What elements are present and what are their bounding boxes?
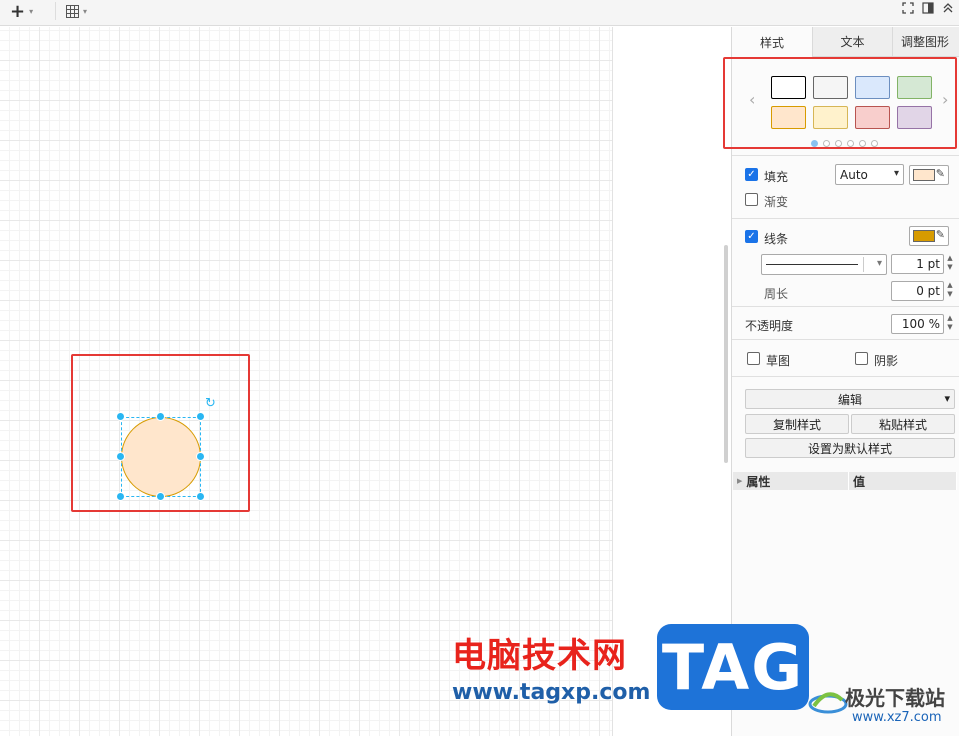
- collapse-icon[interactable]: [941, 0, 955, 16]
- fullscreen-icon[interactable]: [901, 0, 915, 16]
- opacity-label: 不透明度: [745, 319, 794, 333]
- line-label: 线条: [764, 232, 789, 246]
- table-button[interactable]: ▾: [66, 0, 87, 22]
- divider: [732, 155, 959, 156]
- fill-mode-select[interactable]: Auto ▾: [835, 164, 904, 185]
- divider: [732, 339, 959, 340]
- fill-label: 填充: [764, 170, 789, 184]
- table-icon: [66, 4, 79, 18]
- chevron-down-icon: ▾: [29, 6, 34, 16]
- format-panel-icon[interactable]: [921, 0, 935, 16]
- pager-dot[interactable]: [823, 140, 830, 147]
- shadow-label: 阴影: [874, 354, 899, 368]
- property-column-header[interactable]: ▶ 属性: [733, 472, 849, 490]
- eyedropper-icon: ✎: [935, 167, 945, 180]
- chevron-down-icon: ▾: [893, 168, 899, 179]
- gradient-checkbox[interactable]: [745, 193, 758, 206]
- sketch-label: 草图: [766, 354, 791, 368]
- panel-tabs: 样式 文本 调整图形: [732, 27, 959, 57]
- resize-handle-ne[interactable]: [196, 412, 205, 421]
- eyedropper-icon: ✎: [935, 228, 945, 241]
- panel-scrollbar[interactable]: [724, 245, 728, 463]
- style-swatch[interactable]: [771, 76, 806, 99]
- watermark-title: 电脑技术网: [452, 636, 627, 676]
- chevron-down-icon: ▾: [83, 6, 88, 16]
- perimeter-stepper[interactable]: ▲ ▼: [945, 281, 955, 299]
- chevron-right-icon[interactable]: ›: [942, 90, 948, 109]
- toolbar-divider: [55, 2, 56, 20]
- fill-mode-value: Auto: [840, 167, 868, 182]
- insert-button[interactable]: + ▾: [10, 0, 33, 22]
- sketch-checkbox[interactable]: [747, 352, 760, 365]
- chevron-down-icon: ▾: [944, 392, 950, 405]
- line-color-swatch: [913, 230, 935, 242]
- line-color-picker[interactable]: ✎: [909, 226, 949, 246]
- edit-style-label: 编辑: [837, 392, 862, 407]
- style-swatch[interactable]: [897, 106, 932, 129]
- watermark-url: www.tagxp.com: [452, 680, 651, 705]
- divider: [732, 306, 959, 307]
- fill-color-picker[interactable]: ✎: [909, 165, 949, 185]
- pager-dot[interactable]: [859, 140, 866, 147]
- property-header-label: 属性: [746, 474, 771, 489]
- watermark-site-url: www.xz7.com: [852, 710, 942, 725]
- line-width-stepper[interactable]: ▲ ▼: [945, 254, 955, 272]
- fill-color-swatch: [913, 169, 935, 181]
- tab-style[interactable]: 样式: [732, 27, 812, 57]
- resize-handle-nw[interactable]: [116, 412, 125, 421]
- toolbar: + ▾ ▾: [0, 0, 959, 26]
- line-width-input[interactable]: 1 pt: [891, 254, 944, 274]
- highlight-box-styles: [723, 57, 957, 149]
- resize-handle-sw[interactable]: [116, 492, 125, 501]
- edit-style-select[interactable]: 编辑 ▾: [745, 389, 955, 409]
- property-table-header: ▶ 属性 值: [733, 472, 957, 490]
- opacity-input[interactable]: 100 %: [891, 314, 944, 334]
- shadow-checkbox[interactable]: [855, 352, 868, 365]
- resize-handle-n[interactable]: [156, 412, 165, 421]
- pager-dot[interactable]: [847, 140, 854, 147]
- fill-checkbox[interactable]: ✓: [745, 168, 758, 181]
- swatch-pager: [811, 140, 878, 147]
- set-default-style-button[interactable]: 设置为默认样式: [745, 438, 955, 458]
- watermark-site-logo: [808, 692, 848, 714]
- style-swatch[interactable]: [813, 106, 848, 129]
- pager-dot[interactable]: [871, 140, 878, 147]
- divider: [732, 376, 959, 377]
- line-pattern-select[interactable]: ▾: [761, 254, 887, 275]
- style-swatch[interactable]: [855, 106, 890, 129]
- opacity-stepper[interactable]: ▲ ▼: [945, 314, 955, 332]
- chevron-left-icon[interactable]: ‹: [749, 90, 755, 109]
- chevron-right-icon: ▶: [737, 477, 743, 485]
- style-swatch[interactable]: [771, 106, 806, 129]
- resize-handle-e[interactable]: [196, 452, 205, 461]
- line-checkbox[interactable]: ✓: [745, 230, 758, 243]
- resize-handle-w[interactable]: [116, 452, 125, 461]
- rotate-handle-icon[interactable]: ↻: [205, 397, 219, 411]
- divider: [732, 218, 959, 219]
- style-swatch[interactable]: [813, 76, 848, 99]
- select-divider: [863, 257, 864, 272]
- watermark-tag-logo: TAG: [657, 624, 809, 710]
- style-swatch[interactable]: [897, 76, 932, 99]
- line-pattern-preview: [766, 264, 858, 265]
- copy-style-button[interactable]: 复制样式: [745, 414, 849, 434]
- resize-handle-s[interactable]: [156, 492, 165, 501]
- perimeter-input[interactable]: 0 pt: [891, 281, 944, 301]
- plus-icon: +: [10, 0, 26, 22]
- watermark-site-name: 极光下载站: [845, 686, 945, 710]
- resize-handle-se[interactable]: [196, 492, 205, 501]
- style-swatch[interactable]: [855, 76, 890, 99]
- paste-style-button[interactable]: 粘贴样式: [851, 414, 955, 434]
- gradient-label: 渐变: [764, 195, 789, 209]
- pager-dot[interactable]: [811, 140, 818, 147]
- selection-box: [121, 417, 201, 497]
- tab-text[interactable]: 文本: [812, 27, 892, 57]
- value-column-header: 值: [849, 472, 957, 490]
- pager-dot[interactable]: [835, 140, 842, 147]
- chevron-down-icon: ▾: [876, 258, 882, 269]
- tab-arrange[interactable]: 调整图形: [892, 27, 959, 57]
- perimeter-label: 周长: [764, 287, 789, 301]
